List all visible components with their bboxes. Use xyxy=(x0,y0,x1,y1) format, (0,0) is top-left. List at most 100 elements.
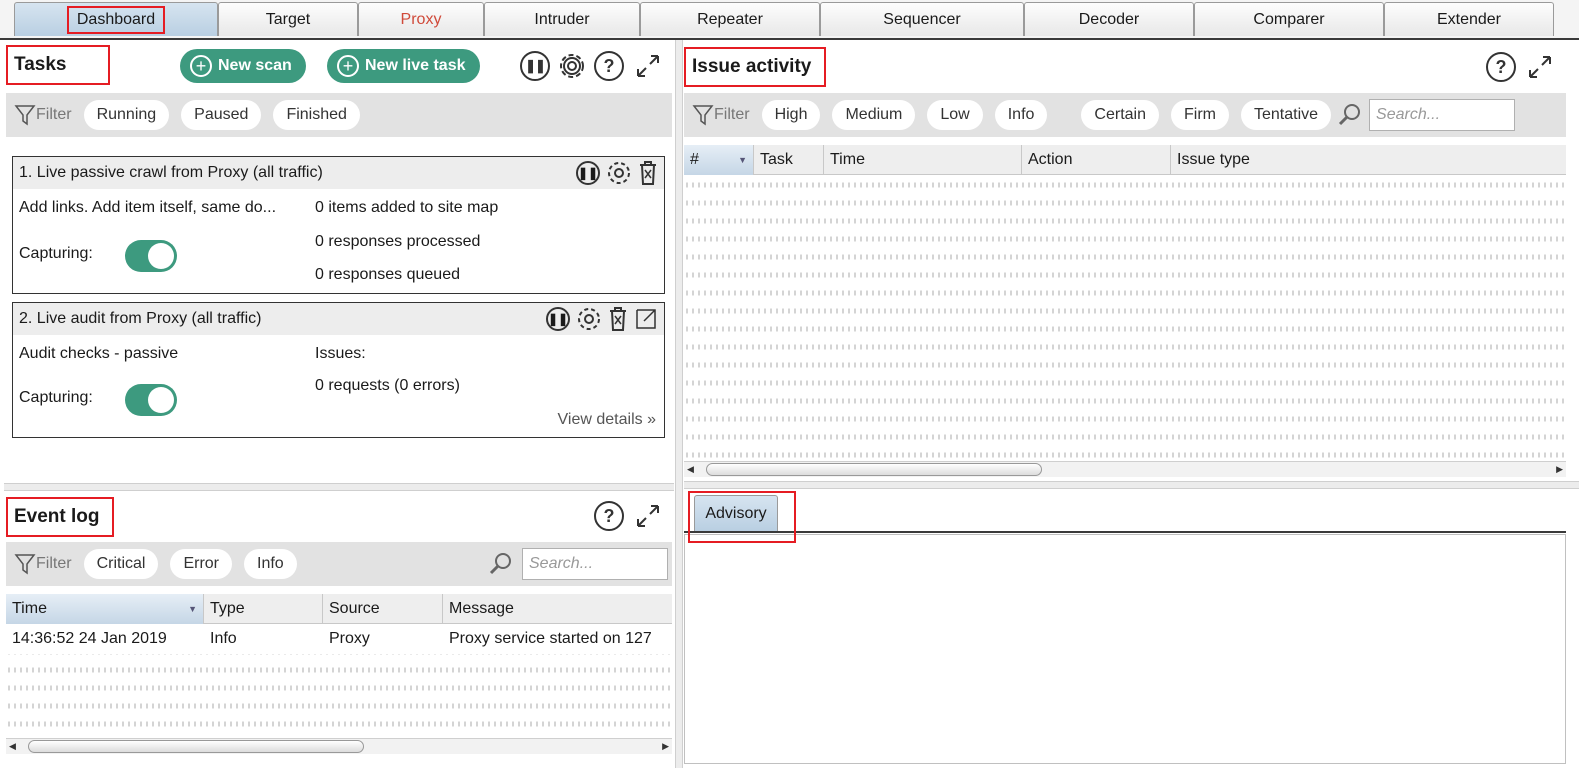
new-scan-label: New scan xyxy=(218,57,292,74)
column-action[interactable]: Action xyxy=(1022,145,1171,175)
main-tab-bar: Dashboard Target Proxy Intruder Repeater… xyxy=(0,0,1579,40)
issue-activity-help-button[interactable]: ? xyxy=(1486,52,1516,82)
issue-filter-button[interactable]: Filter xyxy=(692,103,750,127)
task-description: Add links. Add item itself, same do... xyxy=(19,199,277,216)
tab-decoder[interactable]: Decoder xyxy=(1024,2,1194,36)
event-log-search-input[interactable]: Search... xyxy=(522,548,668,580)
capturing-label: Capturing: xyxy=(19,389,93,406)
tab-comparer[interactable]: Comparer xyxy=(1194,2,1384,36)
filter-firm[interactable]: Firm xyxy=(1171,100,1229,130)
question-circle-icon: ? xyxy=(594,501,624,531)
pause-all-button[interactable]: ❚❚ xyxy=(520,51,550,81)
tab-proxy[interactable]: Proxy xyxy=(358,2,484,36)
scroll-right-icon[interactable]: ▶ xyxy=(1556,464,1563,475)
filter-info[interactable]: Info xyxy=(244,549,297,579)
pause-circle-icon[interactable]: ❚❚ xyxy=(546,307,570,331)
open-external-icon[interactable] xyxy=(634,307,658,331)
new-live-task-label: New live task xyxy=(365,57,466,74)
tab-dashboard[interactable]: Dashboard xyxy=(14,2,218,36)
trash-icon[interactable] xyxy=(608,306,628,332)
event-log-horizontal-scrollbar[interactable]: ◀ ▶ xyxy=(6,738,672,754)
issue-filter-label: Filter xyxy=(714,106,750,123)
capturing-toggle[interactable] xyxy=(125,384,177,416)
tasks-filter-bar: Filter Running Paused Finished xyxy=(6,93,672,137)
scroll-right-icon[interactable]: ▶ xyxy=(662,741,669,752)
gear-icon[interactable] xyxy=(576,306,602,332)
pause-circle-icon: ❚❚ xyxy=(520,51,550,81)
filter-low[interactable]: Low xyxy=(927,100,983,130)
tasks-title: Tasks xyxy=(6,45,110,85)
tasks-filter-button[interactable]: Filter xyxy=(14,103,72,127)
tab-repeater[interactable]: Repeater xyxy=(640,2,820,36)
filter-tentative[interactable]: Tentative xyxy=(1240,100,1332,130)
tab-intruder[interactable]: Intruder xyxy=(484,2,640,36)
scrollbar-thumb[interactable] xyxy=(706,463,1042,476)
tab-target[interactable]: Target xyxy=(218,2,358,36)
filter-certain[interactable]: Certain xyxy=(1081,100,1159,130)
scroll-left-icon[interactable]: ◀ xyxy=(9,741,16,752)
pause-circle-icon[interactable]: ❚❚ xyxy=(576,161,600,185)
scroll-left-icon[interactable]: ◀ xyxy=(687,464,694,475)
issue-advisory-splitter[interactable] xyxy=(684,481,1579,489)
tab-sequencer[interactable]: Sequencer xyxy=(820,2,1024,36)
table-row[interactable]: 14:36:52 24 Jan 2019 Info Proxy Proxy se… xyxy=(6,624,672,654)
funnel-icon xyxy=(14,105,36,126)
magnifier-icon[interactable] xyxy=(488,551,514,577)
task-card-live-audit[interactable]: 2. Live audit from Proxy (all traffic) ❚… xyxy=(12,302,665,438)
scrollbar-thumb[interactable] xyxy=(28,740,364,753)
column-label: Time xyxy=(12,600,47,617)
event-log-expand-button[interactable] xyxy=(633,501,663,531)
column-number[interactable]: # ▼ xyxy=(684,145,754,175)
task-card-live-passive-crawl[interactable]: 1. Live passive crawl from Proxy (all tr… xyxy=(12,156,665,294)
task-header: 1. Live passive crawl from Proxy (all tr… xyxy=(13,157,664,189)
magnifier-icon[interactable] xyxy=(1337,102,1363,128)
filter-medium[interactable]: Medium xyxy=(832,100,916,130)
event-log-filter-button[interactable]: Filter xyxy=(14,552,72,576)
column-task[interactable]: Task xyxy=(754,145,824,175)
issue-search-input[interactable]: Search... xyxy=(1369,99,1516,131)
new-live-task-button[interactable]: + New live task xyxy=(327,49,480,83)
event-log-help-button[interactable]: ? xyxy=(594,501,624,531)
task-stat: Issues: xyxy=(315,345,366,362)
issue-table-header: # ▼ Task Time Action Issue type xyxy=(684,145,1566,175)
filter-running[interactable]: Running xyxy=(83,100,170,130)
tab-comparer-label: Comparer xyxy=(1253,10,1325,28)
filter-error[interactable]: Error xyxy=(170,549,233,579)
event-log-filter-bar: Filter Critical Error Info Search... xyxy=(6,542,672,586)
filter-paused[interactable]: Paused xyxy=(181,100,262,130)
column-source[interactable]: Source xyxy=(323,594,443,624)
question-circle-icon: ? xyxy=(1486,52,1516,82)
search-placeholder: Search... xyxy=(529,555,594,572)
capturing-toggle[interactable] xyxy=(125,240,177,272)
cell-message: Proxy service started on 127 xyxy=(449,630,652,647)
new-scan-button[interactable]: + New scan xyxy=(180,49,306,83)
tab-advisory[interactable]: Advisory xyxy=(694,495,778,531)
issue-horizontal-scrollbar[interactable]: ◀ ▶ xyxy=(684,461,1566,477)
filter-finished[interactable]: Finished xyxy=(273,100,360,130)
tasks-expand-button[interactable] xyxy=(633,51,663,81)
advisory-content xyxy=(684,534,1566,764)
filter-info[interactable]: Info xyxy=(994,100,1048,130)
column-label: Time xyxy=(830,151,865,168)
tasks-settings-button[interactable] xyxy=(555,49,589,83)
search-placeholder: Search... xyxy=(1376,106,1441,123)
gear-icon[interactable] xyxy=(606,160,632,186)
column-time[interactable]: Time ▼ xyxy=(6,594,204,624)
column-message[interactable]: Message xyxy=(443,594,672,624)
filter-high[interactable]: High xyxy=(761,100,821,130)
funnel-icon xyxy=(692,105,714,126)
column-type[interactable]: Type xyxy=(204,594,323,624)
issue-activity-expand-button[interactable] xyxy=(1525,52,1555,82)
column-label: Source xyxy=(329,600,380,617)
expand-arrows-icon xyxy=(637,505,659,527)
trash-icon[interactable] xyxy=(638,160,658,186)
column-time[interactable]: Time xyxy=(824,145,1022,175)
tasks-eventlog-splitter[interactable] xyxy=(4,483,674,491)
filter-critical[interactable]: Critical xyxy=(83,549,159,579)
tasks-help-button[interactable]: ? xyxy=(594,51,624,81)
vertical-splitter[interactable] xyxy=(675,40,683,768)
view-details-link[interactable]: View details » xyxy=(558,411,656,429)
issue-activity-title: Issue activity xyxy=(684,47,826,87)
column-issue-type[interactable]: Issue type xyxy=(1171,145,1566,175)
tab-extender[interactable]: Extender xyxy=(1384,2,1554,36)
